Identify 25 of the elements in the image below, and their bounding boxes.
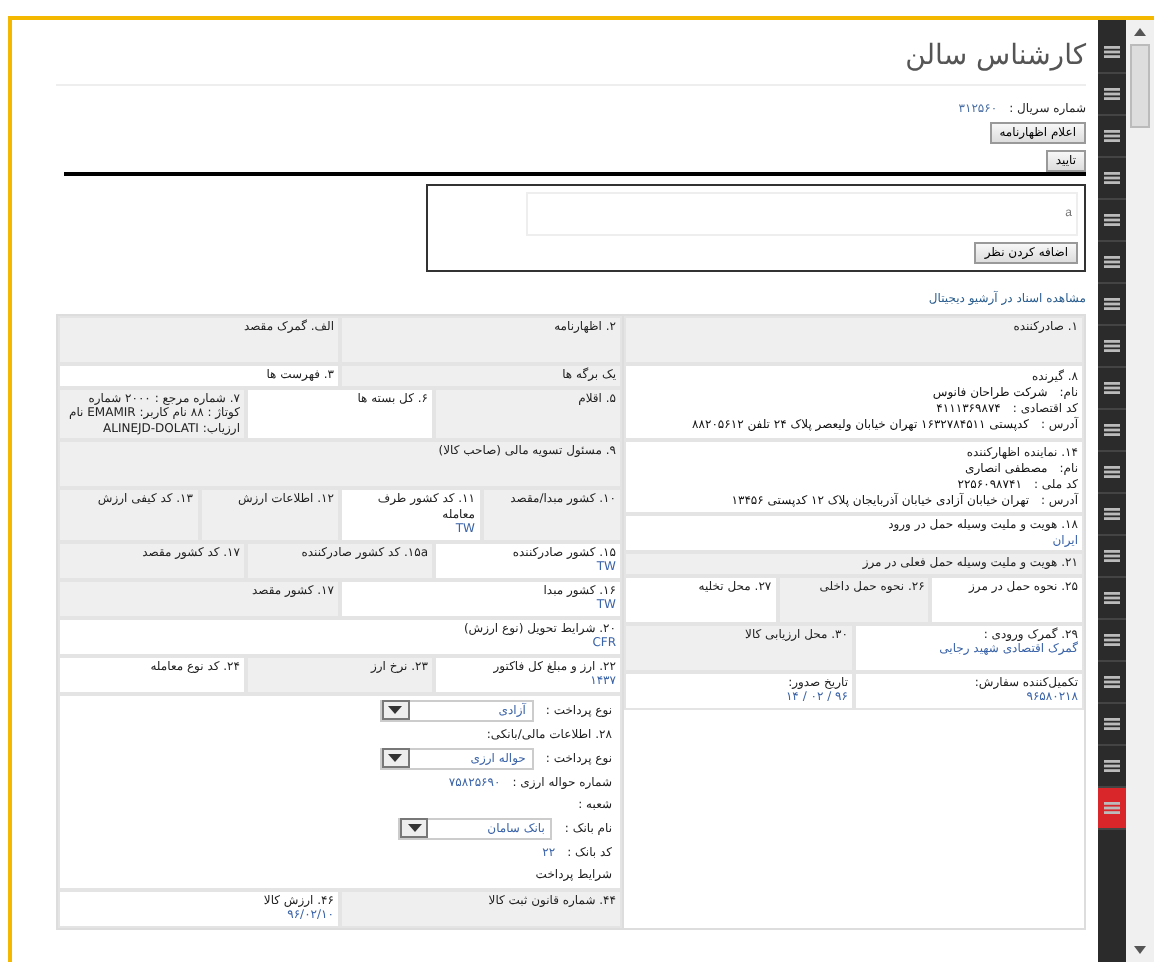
- list-icon: [1104, 46, 1120, 58]
- list-icon: [1104, 382, 1120, 394]
- list-icon: [1104, 718, 1120, 730]
- list-icon: [1104, 130, 1120, 142]
- list-icon: [1104, 424, 1120, 436]
- list-icon: [1104, 88, 1120, 100]
- list-icon: [1104, 466, 1120, 478]
- list-icon: [1104, 634, 1120, 646]
- list-icon: [1104, 340, 1120, 352]
- list-icon: [1104, 508, 1120, 520]
- list-icon: [1104, 802, 1120, 814]
- list-icon: [1104, 214, 1120, 226]
- list-icon: [1104, 592, 1120, 604]
- list-icon: [1104, 172, 1120, 184]
- page-title: کارشناس سالن: [56, 32, 1086, 86]
- list-icon: [1104, 256, 1120, 268]
- scroll-thumb[interactable]: [1130, 44, 1150, 128]
- scrollbar[interactable]: [1126, 20, 1154, 962]
- scroll-down-icon[interactable]: [1134, 946, 1146, 954]
- scroll-up-icon[interactable]: [1134, 28, 1146, 36]
- sidebar-item[interactable]: [1098, 788, 1126, 830]
- list-icon: [1104, 676, 1120, 688]
- list-icon: [1104, 298, 1120, 310]
- list-icon: [1104, 760, 1120, 772]
- list-icon: [1104, 550, 1120, 562]
